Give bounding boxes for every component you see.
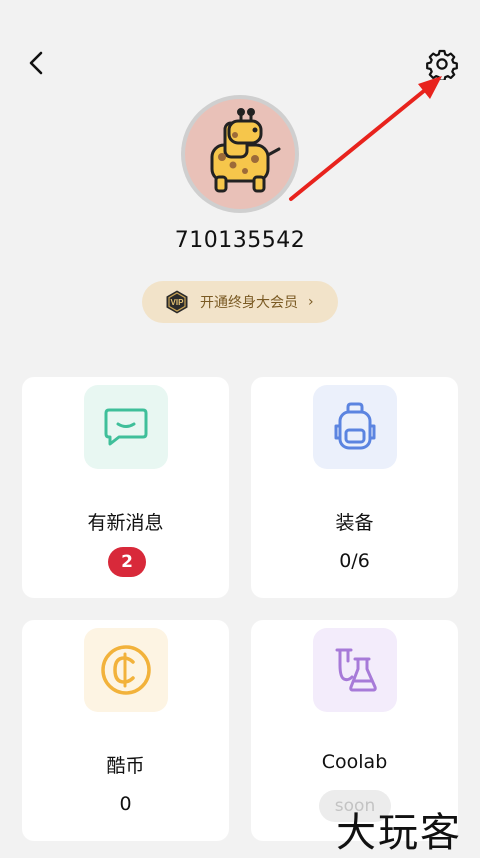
coin-icon — [101, 645, 151, 695]
equipment-value: 0/6 — [339, 550, 370, 572]
messages-card[interactable]: 有新消息 2 — [22, 377, 229, 598]
unread-count-badge: 2 — [108, 547, 146, 577]
chat-icon-box — [84, 385, 168, 469]
back-chevron-icon[interactable] — [22, 48, 52, 78]
vip-label: 开通终身大会员 — [200, 295, 298, 311]
coins-card[interactable]: 酷币 0 — [22, 620, 229, 841]
username: 710135542 — [174, 228, 306, 253]
equipment-title: 装备 — [335, 512, 374, 534]
vip-badge-text: VIP — [171, 298, 185, 307]
vip-badge-icon: VIP — [166, 290, 188, 314]
chevron-right-icon: › — [308, 294, 314, 310]
coolab-title: Coolab — [321, 751, 388, 773]
equipment-card[interactable]: 装备 0/6 — [251, 377, 458, 598]
flask-icon-box — [313, 628, 397, 712]
backpack-icon — [334, 402, 376, 450]
flask-icon — [335, 648, 377, 692]
chat-icon — [104, 408, 148, 446]
coins-value: 0 — [119, 793, 132, 815]
backpack-icon-box — [313, 385, 397, 469]
giraffe-avatar-icon — [210, 108, 281, 193]
messages-title: 有新消息 — [87, 512, 164, 534]
vip-upgrade-button[interactable]: VIP 开通终身大会员 › — [142, 281, 338, 323]
watermark: 大玩客 — [336, 810, 462, 856]
avatar[interactable] — [181, 95, 299, 213]
avatar-image — [185, 99, 295, 209]
gear-icon[interactable] — [426, 48, 458, 80]
coins-title: 酷币 — [106, 755, 145, 777]
coin-icon-box — [84, 628, 168, 712]
